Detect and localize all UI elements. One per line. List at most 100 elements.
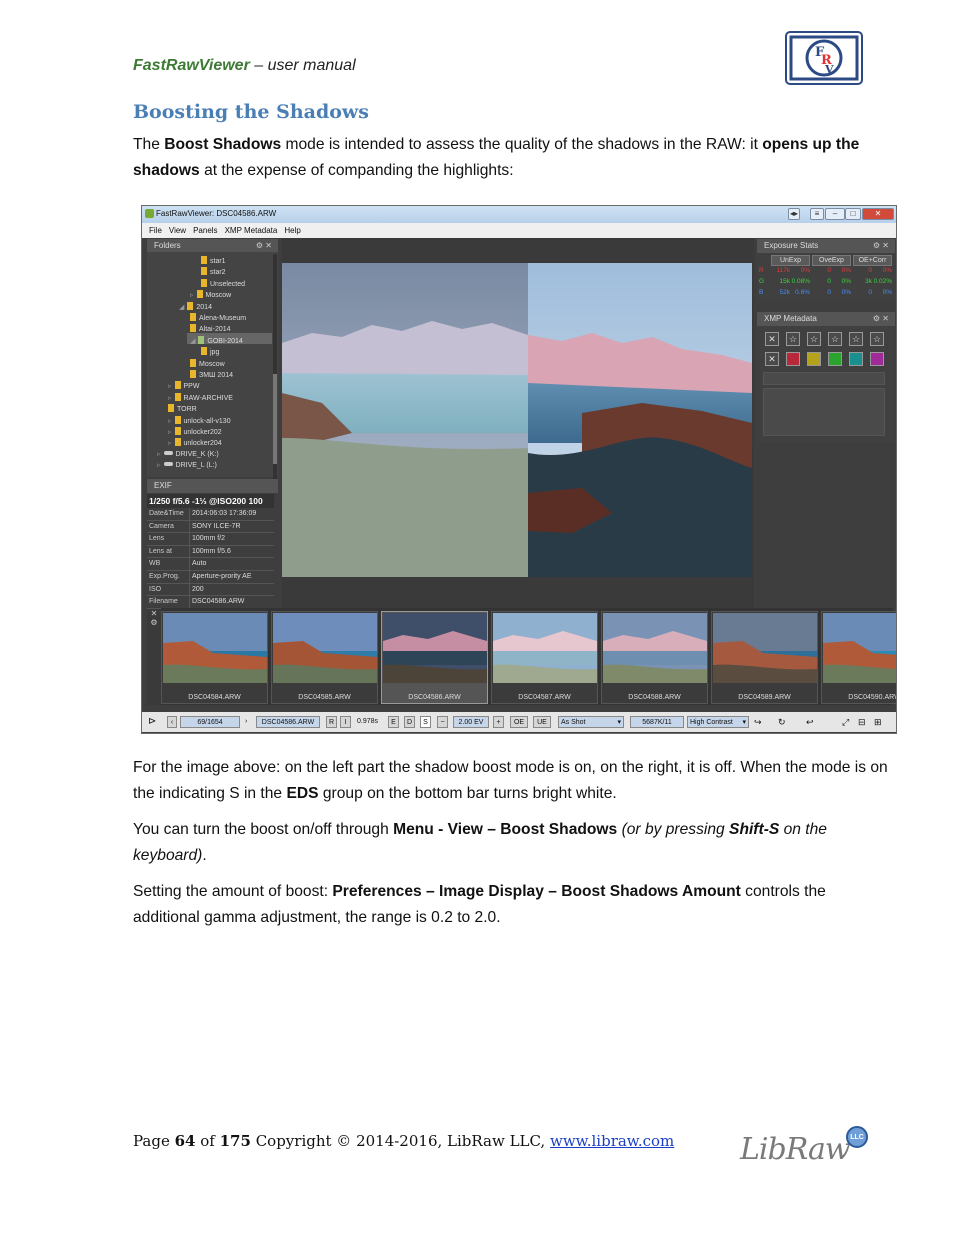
raw-toggle[interactable]: R xyxy=(326,716,337,728)
folder-item[interactable]: Alena-Museum xyxy=(190,313,246,322)
grid-icon[interactable]: ⊞ xyxy=(874,716,882,728)
undo-icon[interactable]: ↩ xyxy=(806,716,814,728)
libraw-link[interactable]: www.libraw.com xyxy=(550,1132,674,1150)
filmstrip-thumbnail[interactable]: DSC04590.ARW xyxy=(821,611,896,704)
filmstrip-thumbnail[interactable]: DSC04589.ARW xyxy=(711,611,818,704)
folder-icon xyxy=(187,301,194,310)
folder-label: PPW xyxy=(183,383,200,391)
folder-item[interactable]: ▹ unlocker202 xyxy=(168,427,222,436)
info-toggle[interactable]: I xyxy=(340,716,351,728)
folder-icon xyxy=(201,347,207,356)
exif-row: Exp.Prog. Aperture-prority AE xyxy=(147,570,274,584)
folder-item[interactable]: jpg xyxy=(201,347,219,356)
color-label-swatch[interactable] xyxy=(849,352,863,366)
folder-item[interactable]: ЗМШ 2014 xyxy=(190,370,233,379)
eds-e-toggle[interactable]: E xyxy=(388,716,399,728)
underexposure-toggle[interactable]: UE xyxy=(533,716,551,728)
thumbnail-filename: DSC04586.ARW xyxy=(408,694,461,701)
folder-item[interactable]: ▹ Moscow xyxy=(190,290,231,299)
thumbnail-image xyxy=(273,613,377,683)
load-time: 0.978s xyxy=(357,718,379,725)
menu-item-view[interactable]: View xyxy=(169,223,186,238)
eds-s-toggle[interactable]: S xyxy=(420,716,431,728)
filmstrip-thumbnail[interactable]: DSC04585.ARW xyxy=(271,611,378,704)
expand-arrow-icon: ▹ xyxy=(157,450,161,458)
folder-item[interactable]: Unselected xyxy=(201,278,245,288)
overexposure-toggle[interactable]: OE xyxy=(510,716,528,728)
svg-text:V: V xyxy=(824,63,834,76)
share-icon[interactable]: ↪ xyxy=(754,716,762,728)
color-label-swatch[interactable] xyxy=(786,352,800,366)
star-icon[interactable]: ☆ xyxy=(786,332,800,346)
exif-key: Filename xyxy=(149,598,178,606)
folder-label: DRIVE_K (K:) xyxy=(175,450,219,458)
folder-item[interactable]: Altai-2014 xyxy=(190,324,231,333)
folder-item[interactable]: star2 xyxy=(201,267,226,276)
drive-icon xyxy=(163,462,173,467)
filmstrip-thumbnail[interactable]: DSC04588.ARW xyxy=(601,611,708,704)
fullscreen-icon[interactable]: ⤢ xyxy=(842,716,849,728)
star-icon[interactable]: ☆ xyxy=(849,332,863,346)
preview-photo xyxy=(282,263,752,577)
star-icon[interactable]: ☆ xyxy=(870,332,884,346)
next-icon[interactable]: › xyxy=(245,716,252,728)
color-label-swatch[interactable] xyxy=(870,352,884,366)
wb-select[interactable]: As Shot ▾ xyxy=(558,716,624,728)
minimize-icon[interactable]: – xyxy=(825,208,845,220)
folder-item[interactable]: ▹ unlock-all-v130 xyxy=(168,415,231,425)
xmp-title-field[interactable] xyxy=(763,372,885,385)
prev-icon[interactable]: ‹ xyxy=(167,716,177,728)
exif-value: 100mm f/5.6 xyxy=(189,545,231,558)
star-icon[interactable]: ☆ xyxy=(828,332,842,346)
folder-item[interactable]: Moscow xyxy=(190,358,225,368)
settings-icon[interactable]: ≡ xyxy=(810,208,824,220)
filmstrip-thumbnail[interactable]: DSC04586.ARW xyxy=(381,611,488,704)
filmstrip: DSC04584.ARW DSC04585.ARW DSC04586.ARW DSC0… xyxy=(161,608,896,705)
close-icon[interactable]: ✕ xyxy=(862,208,894,220)
folder-item[interactable]: ◢ 2014 xyxy=(179,301,212,311)
ev-value[interactable]: 2.00 EV xyxy=(453,716,489,728)
filmstrip-controls[interactable]: ✕ ⚙ xyxy=(147,609,161,705)
folder-item[interactable]: ◢ GOBI-2014 xyxy=(190,335,243,345)
restore-icon[interactable]: ◂▸ xyxy=(788,208,800,220)
folder-item[interactable]: star1 xyxy=(201,256,226,265)
exif-panel-header: EXIF xyxy=(147,479,278,493)
menu-item-help[interactable]: Help xyxy=(284,223,300,238)
folders-scrollbar[interactable] xyxy=(273,254,277,479)
ev-minus-icon[interactable]: − xyxy=(437,716,448,728)
ev-plus-icon[interactable]: + xyxy=(493,716,504,728)
rotate-icon[interactable]: ↻ xyxy=(778,716,786,728)
app-screenshot: FastRawViewer: DSC04586.ARW ◂▸ ≡ – □ ✕ F… xyxy=(141,205,897,734)
eds-d-toggle[interactable]: D xyxy=(404,716,415,728)
channel-label: B xyxy=(759,289,764,296)
frv-logo: F R V xyxy=(785,31,863,85)
maximize-icon[interactable]: □ xyxy=(845,208,861,220)
profile-select[interactable]: High Contrast ▾ xyxy=(687,716,749,728)
xmp-description-field[interactable] xyxy=(763,388,885,436)
folder-item[interactable]: TORR xyxy=(168,404,197,413)
folder-icon xyxy=(174,392,181,401)
filmstrip-thumbnail[interactable]: DSC04584.ARW xyxy=(161,611,268,704)
menu-item-xmp-metadata[interactable]: XMP Metadata xyxy=(225,223,278,238)
folder-icon xyxy=(174,381,181,390)
color-label-swatch[interactable] xyxy=(807,352,821,366)
filmstrip-thumbnail[interactable]: DSC04587.ARW xyxy=(491,611,598,704)
folder-item[interactable]: ▹ PPW xyxy=(168,381,199,390)
menu-item-panels[interactable]: Panels xyxy=(193,223,217,238)
star-icon[interactable]: ☆ xyxy=(807,332,821,346)
exif-row: Lens at 100mm f/5.6 xyxy=(147,545,274,559)
split-icon[interactable]: ⊟ xyxy=(858,716,866,728)
folder-item[interactable]: ▹ DRIVE_L (L:) xyxy=(157,461,217,469)
folder-item[interactable]: ▹ unlocker204 xyxy=(168,438,222,447)
thumbnail-image xyxy=(493,613,597,683)
status-bar: ⊳ ‹ 69/1654 › DSC04586.ARW R I 0.978s E … xyxy=(142,712,896,732)
menu-item-file[interactable]: File xyxy=(149,223,162,238)
folder-item[interactable]: ▹ RAW-ARCHIVE xyxy=(168,392,233,402)
clear-label-icon[interactable]: ✕ xyxy=(765,352,779,366)
folder-open-icon[interactable]: ⊳ xyxy=(148,716,156,728)
exif-value: DSC04586.ARW xyxy=(189,596,244,608)
folder-item[interactable]: ▹ DRIVE_K (K:) xyxy=(157,450,219,458)
reject-icon[interactable]: ✕ xyxy=(765,332,779,346)
stats-column-header: UnExp xyxy=(771,255,810,266)
color-label-swatch[interactable] xyxy=(828,352,842,366)
